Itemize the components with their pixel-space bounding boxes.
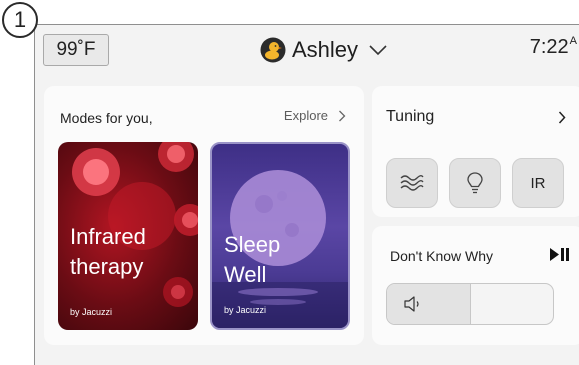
light-button[interactable] <box>449 158 501 208</box>
now-playing-card: Don't Know Why <box>372 226 579 345</box>
ir-button[interactable]: IR <box>512 158 564 208</box>
status-bar: 99˚F Ashley 7:22A <box>35 25 579 75</box>
user-name: Ashley <box>292 37 359 62</box>
heat-waves-icon <box>400 175 424 191</box>
modes-card: Modes for you, Explore Infrared therapy b… <box>44 86 364 345</box>
tile-byline: by Jacuzzi <box>70 307 113 317</box>
explore-link[interactable]: Explore <box>284 108 346 123</box>
light-bulb-icon <box>467 172 483 194</box>
tile-title: Sleep Well <box>224 230 280 290</box>
song-title: Don't Know Why <box>390 248 494 264</box>
chevron-right-icon <box>339 110 346 121</box>
duck-avatar-icon <box>260 37 286 63</box>
mode-tile-infrared-therapy[interactable]: Infrared therapy by Jacuzzi <box>58 142 198 330</box>
tile-title-line2: Well <box>224 262 267 287</box>
tile-title-line2: therapy <box>70 254 144 279</box>
tuning-chevron-right-icon[interactable] <box>558 111 566 124</box>
step-number-badge: 1 <box>2 2 38 38</box>
tile-title-line1: Infrared <box>70 224 146 249</box>
clock-am-indicator: A <box>569 35 577 47</box>
clock: 7:22A <box>529 35 577 59</box>
explore-label: Explore <box>283 108 328 123</box>
play-pause-icon[interactable] <box>550 248 570 261</box>
device-screen: 99˚F Ashley 7:22A Modes for you, Explore <box>34 24 579 365</box>
tuning-card: Tuning IR <box>372 86 579 217</box>
clock-time: 7:22 <box>529 36 569 58</box>
volume-level-fill <box>387 284 471 324</box>
tuning-title: Tuning <box>386 108 435 125</box>
tile-title-line1: Sleep <box>224 232 281 257</box>
mode-tile-sleep-well[interactable]: Sleep Well by Jacuzzi <box>210 142 350 330</box>
temperature-button[interactable]: 99˚F <box>43 34 109 66</box>
chevron-down-icon <box>369 45 387 56</box>
tile-title: Infrared therapy <box>70 222 146 282</box>
user-switcher[interactable]: Ashley <box>260 33 388 67</box>
modes-title: Modes for you, <box>60 110 153 126</box>
tile-byline: by Jacuzzi <box>224 305 267 315</box>
heat-waves-button[interactable] <box>386 158 438 208</box>
volume-slider[interactable] <box>386 283 554 325</box>
speaker-icon <box>404 296 419 312</box>
